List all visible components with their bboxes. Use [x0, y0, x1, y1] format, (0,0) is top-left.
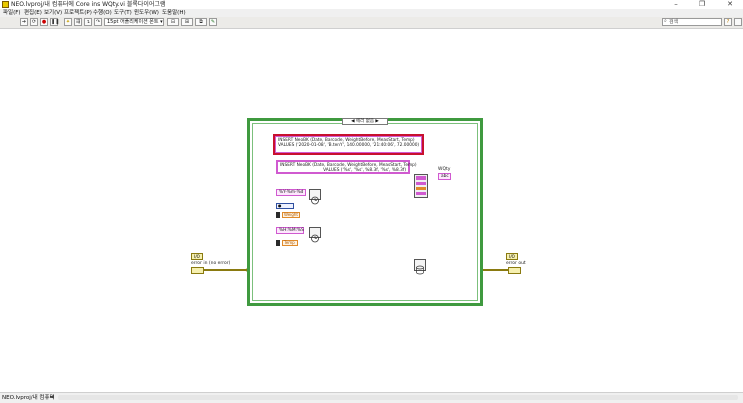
cleanup-icon: ✎: [210, 19, 216, 25]
menu-file[interactable]: 파일(F): [3, 9, 21, 17]
format-string-icon: [416, 176, 426, 195]
clock-icon: [311, 196, 319, 205]
run-continuously-icon: ⟳: [31, 19, 37, 25]
vi-icon[interactable]: [734, 18, 742, 26]
temp-terminal-label: Temp: [284, 240, 295, 245]
cleanup-diagram-button[interactable]: ✎: [209, 18, 217, 26]
pause-icon: ❚❚: [51, 19, 60, 25]
step-over-button[interactable]: ↷: [94, 18, 102, 26]
sql-probe-line2: VALUES ('2020-01-08', 'B.tenY', 140.0000…: [278, 143, 420, 148]
reorder-icon: ⧉: [199, 19, 203, 25]
step-into-button[interactable]: ↴: [84, 18, 92, 26]
database-icon: [416, 265, 424, 275]
pause-button[interactable]: ❚❚: [50, 18, 60, 26]
labview-vi-icon: [2, 1, 9, 8]
lightbulb-icon: ✦: [65, 19, 71, 25]
error-in-type-badge: I/O: [191, 253, 203, 260]
retain-wire-values-button[interactable]: ⇶: [74, 18, 82, 26]
stop-icon: ●: [41, 19, 47, 25]
distribute-icon: ⊞: [184, 19, 190, 25]
close-button[interactable]: ✕: [722, 0, 738, 9]
sql-template-constant[interactable]: INSERT NeoBK (Date, Barcode, WeightBefor…: [276, 160, 417, 174]
case-selector[interactable]: ◀ 에러 없음 ▶: [342, 118, 388, 125]
run-continuously-button[interactable]: ⟳: [30, 18, 38, 26]
window-title: NEO.lvproj/내 컴퓨터에 Core ins WQty.vi 블록다이어…: [11, 1, 166, 8]
error-out-terminal[interactable]: [508, 267, 521, 274]
format-into-string-node[interactable]: [414, 174, 428, 198]
error-in-terminal[interactable]: [191, 267, 204, 274]
search-icon: ⌕: [664, 18, 667, 24]
menu-window[interactable]: 윈도우(W): [134, 9, 159, 17]
time-format-value: %H:%M:%S: [279, 228, 304, 233]
error-in-label: error in (no error): [191, 261, 231, 266]
wqty-indicator-value: abc: [441, 174, 449, 179]
menu-operate[interactable]: 수행(O): [93, 9, 112, 17]
project-path: NEO.lvproj/내 컴퓨터: [2, 395, 55, 401]
vi-thumbnail-icon: [735, 19, 741, 25]
distribute-objects-button[interactable]: ⊞: [181, 18, 193, 26]
menu-bar: 파일(F) 편집(E) 보기(V) 프로젝트(P) 수행(O) 도구(T) 윈도…: [0, 9, 743, 17]
step-into-icon: ↴: [85, 19, 91, 25]
search-placeholder: 검색: [669, 19, 679, 25]
date-format-value: %Y-%m-%d: [279, 190, 304, 195]
horizontal-scrollbar[interactable]: [58, 395, 738, 400]
reorder-button[interactable]: ⧉: [195, 18, 207, 26]
question-icon: ?: [726, 19, 730, 25]
search-input[interactable]: 검색: [662, 18, 722, 26]
wqty-label: WQty: [438, 167, 451, 172]
menu-project[interactable]: 프로젝트(P): [64, 9, 92, 17]
error-out-type-badge: I/O: [506, 253, 518, 260]
format-date-time-node-1[interactable]: [309, 189, 321, 205]
db-execute-query-node[interactable]: [414, 259, 426, 275]
font-select-value: 15pt 어플리케이션 폰트: [107, 19, 159, 25]
restore-button[interactable]: ❐: [694, 0, 710, 9]
date-format-constant[interactable]: %Y-%m-%d: [276, 189, 306, 196]
wqty-indicator[interactable]: abc: [438, 173, 451, 180]
menu-help[interactable]: 도움말(H): [162, 9, 186, 17]
menu-tools[interactable]: 도구(T): [114, 9, 132, 17]
step-over-icon: ↷: [95, 19, 101, 25]
time-format-constant[interactable]: %H:%M:%S: [276, 227, 304, 234]
weight-terminal-label: Weight: [284, 212, 298, 217]
sql-template-line2: VALUES ('%s', '%s', %8.3f, '%s', %8.3f): [323, 168, 406, 173]
scroll-left-icon[interactable]: ◀: [50, 394, 54, 400]
temp-terminal[interactable]: Temp: [282, 240, 298, 246]
error-out-type: I/O: [509, 254, 515, 259]
run-button[interactable]: ➔: [20, 18, 28, 26]
toolbar: ➔ ⟳ ● ❚❚ ✦ ⇶ ↴ ↷ 15pt 어플리케이션 폰트 ▾ ⊟ ⊞ ⧉ …: [0, 17, 743, 29]
highlight-execution-button[interactable]: ✦: [64, 18, 72, 26]
status-bar: NEO.lvproj/내 컴퓨터 ◀: [0, 392, 743, 403]
align-objects-button[interactable]: ⊟: [167, 18, 179, 26]
menu-edit[interactable]: 편집(E): [24, 9, 42, 17]
clock-icon-2: [311, 234, 319, 243]
case-selector-label: 에러 없음: [356, 119, 374, 124]
abort-button[interactable]: ●: [40, 18, 48, 26]
font-select[interactable]: 15pt 어플리케이션 폰트 ▾: [104, 18, 164, 26]
barcode-terminal[interactable]: ●: [276, 203, 294, 209]
error-out-label: error out: [506, 261, 526, 266]
error-in-type: I/O: [194, 254, 200, 259]
temp-dot-icon: [276, 240, 280, 246]
sql-probe-value: INSERT NeoBK (Date, Barcode, WeightBefor…: [275, 136, 422, 153]
menu-view[interactable]: 보기(V): [44, 9, 62, 17]
barcode-dot-icon: ●: [278, 203, 282, 208]
help-button[interactable]: ?: [724, 18, 732, 26]
title-bar: NEO.lvproj/내 컴퓨터에 Core ins WQty.vi 블록다이어…: [0, 0, 743, 9]
retain-values-icon: ⇶: [75, 19, 81, 25]
format-date-time-node-2[interactable]: [309, 227, 321, 243]
run-arrow-icon: ➔: [21, 19, 27, 25]
minimize-button[interactable]: –: [668, 0, 684, 9]
align-icon: ⊟: [170, 19, 176, 25]
weight-dot-icon: [276, 212, 280, 218]
weight-terminal[interactable]: Weight: [282, 212, 300, 218]
